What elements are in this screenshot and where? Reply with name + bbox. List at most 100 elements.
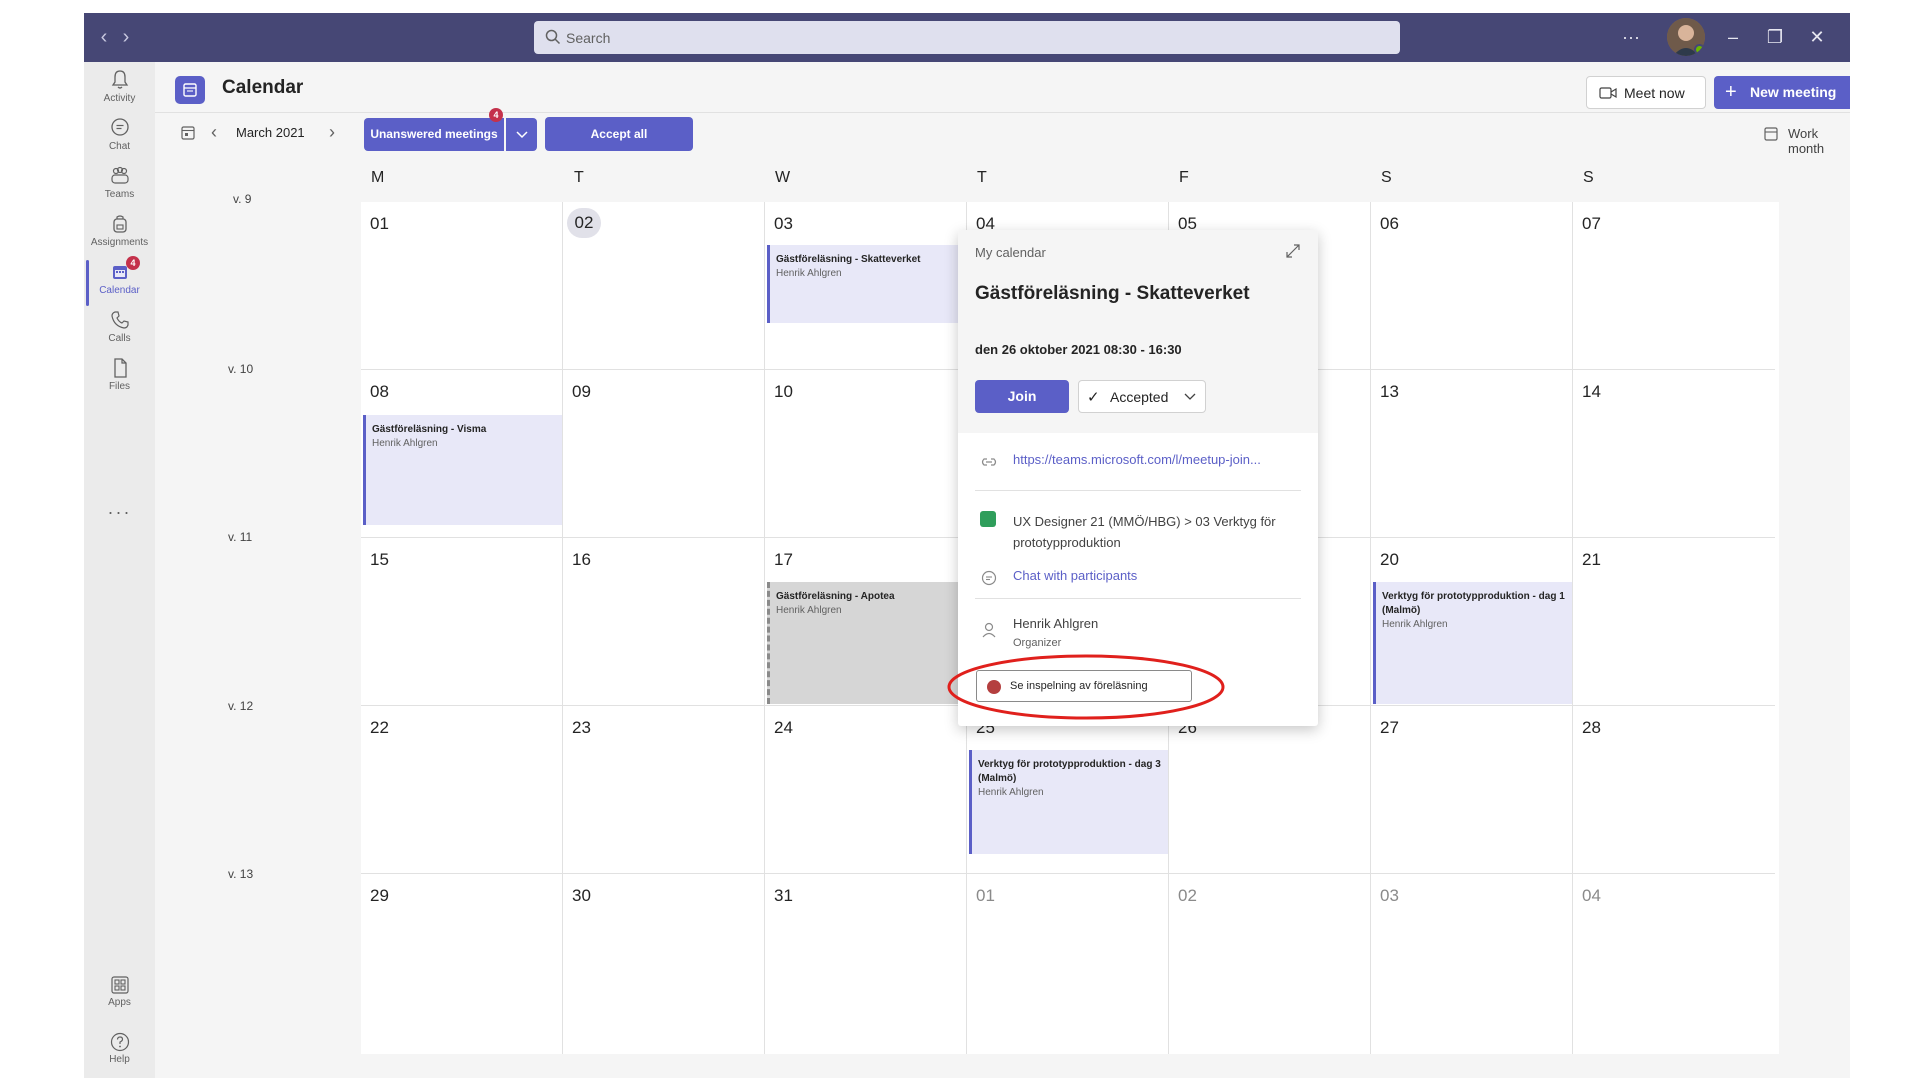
day-cell[interactable]: 29 <box>361 874 563 1054</box>
search-input[interactable] <box>566 25 1366 50</box>
day-cell[interactable]: 26 <box>1169 706 1371 874</box>
rail-label: Teams <box>104 189 135 200</box>
month-label[interactable]: March 2021 <box>236 125 305 140</box>
day-cell[interactable]: 13 <box>1371 370 1573 538</box>
calendar-event[interactable]: Gästföreläsning - Skatteverket Henrik Ah… <box>767 245 966 323</box>
day-cell[interactable]: 09 <box>563 370 765 538</box>
day-cell[interactable]: 07 <box>1573 202 1775 370</box>
expand-icon[interactable] <box>1284 242 1302 260</box>
event-organizer: Henrik Ahlgren <box>372 438 438 449</box>
day-cell[interactable]: 17 Gästföreläsning - Apotea Henrik Ahlgr… <box>765 538 967 706</box>
day-cell[interactable]: 20 Verktyg för prototypproduktion - dag … <box>1371 538 1573 706</box>
meet-now-button[interactable]: Meet now <box>1586 76 1706 109</box>
day-of-week-header: M <box>371 169 385 186</box>
event-title: Gästföreläsning - Visma <box>372 424 487 435</box>
avatar[interactable] <box>1667 18 1705 56</box>
backpack-icon <box>112 215 127 233</box>
day-of-week-header: S <box>1381 169 1392 186</box>
calendar-event[interactable]: Verktyg för prototypproduktion - dag 3 (… <box>969 750 1168 854</box>
minimize-icon[interactable]: – <box>1721 25 1745 49</box>
chat-icon <box>981 570 997 586</box>
day-cell[interactable]: 27 <box>1371 706 1573 874</box>
organizer-name[interactable]: Henrik Ahlgren <box>1013 616 1098 631</box>
day-cell[interactable]: 16 <box>563 538 765 706</box>
accept-all-button[interactable]: Accept all <box>545 117 693 151</box>
view-switcher[interactable]: Work month <box>1788 126 1850 156</box>
day-cell[interactable]: 01 <box>361 202 563 370</box>
date-number: 17 <box>774 550 793 569</box>
calendar-event[interactable]: Gästföreläsning - Visma Henrik Ahlgren <box>363 415 562 525</box>
rail-label: Apps <box>108 997 131 1008</box>
back-icon[interactable]: ‹ <box>94 25 114 49</box>
forward-icon[interactable]: › <box>116 25 136 49</box>
day-cell[interactable]: 02 <box>1169 874 1371 1054</box>
rsvp-dropdown[interactable]: ✓ Accepted <box>1078 380 1206 413</box>
day-of-week-header: T <box>977 169 987 186</box>
day-cell[interactable]: 22 <box>361 706 563 874</box>
day-cell[interactable]: 21 <box>1573 538 1775 706</box>
day-cell[interactable]: 03 <box>1371 874 1573 1054</box>
day-cell[interactable]: 04 <box>1573 874 1775 1054</box>
popup-time: den 26 oktober 2021 08:30 - 16:30 <box>975 342 1182 357</box>
channel-path[interactable]: UX Designer 21 (MMÖ/HBG) > 03 Verktyg fö… <box>1013 511 1303 553</box>
calendar-event[interactable]: Verktyg för prototypproduktion - dag 1 (… <box>1373 582 1572 704</box>
day-cell[interactable]: 02 <box>563 202 765 370</box>
day-cell[interactable]: 03 Gästföreläsning - Skatteverket Henrik… <box>765 202 967 370</box>
week-number: v. 12 <box>228 699 254 713</box>
rail-item-apps[interactable]: Apps <box>84 973 155 1008</box>
unanswered-meetings-button[interactable]: Unanswered meetings <box>364 118 504 151</box>
new-meeting-button[interactable]: + New meeting <box>1714 76 1850 109</box>
day-cell[interactable]: 25 Verktyg för prototypproduktion - dag … <box>967 706 1169 874</box>
day-cell[interactable]: 28 <box>1573 706 1775 874</box>
rail-label: Activity <box>103 93 136 104</box>
day-cell[interactable]: 31 <box>765 874 967 1054</box>
rail-item-files[interactable]: Files <box>84 350 155 406</box>
day-of-week-header: T <box>574 169 584 186</box>
day-cell[interactable]: 06 <box>1371 202 1573 370</box>
chat-with-participants-link[interactable]: Chat with participants <box>1013 568 1137 583</box>
next-month-icon[interactable]: › <box>329 122 335 142</box>
day-cell[interactable]: 23 <box>563 706 765 874</box>
date-number: 13 <box>1380 382 1399 401</box>
date-number: 31 <box>774 886 793 905</box>
day-cell[interactable]: 10 <box>765 370 967 538</box>
date-number: 15 <box>370 550 389 569</box>
day-of-week-header: F <box>1179 169 1189 186</box>
restore-icon[interactable]: ❐ <box>1763 25 1787 49</box>
day-cell[interactable]: 08 Gästföreläsning - Visma Henrik Ahlgre… <box>361 370 563 538</box>
week-number: v. 11 <box>228 530 253 544</box>
date-number: 02 <box>1178 886 1197 905</box>
day-cell[interactable]: 14 <box>1573 370 1775 538</box>
more-options-icon[interactable]: ··· <box>1619 25 1643 49</box>
date-number: 28 <box>1582 718 1601 737</box>
previous-month-icon[interactable]: ‹ <box>211 122 217 142</box>
date-number: 14 <box>1582 382 1601 401</box>
day-cell[interactable]: 01 <box>967 874 1169 1054</box>
day-cell[interactable]: 30 <box>563 874 765 1054</box>
divider <box>975 598 1301 599</box>
person-icon <box>982 622 996 638</box>
day-cell[interactable]: 24 <box>765 706 967 874</box>
today-icon[interactable] <box>180 125 196 141</box>
rail-item-help[interactable]: Help <box>84 1030 155 1065</box>
teams-window: ‹ › ··· – ❐ ✕ Activity Chat Teams A <box>84 13 1850 1078</box>
date-number: 04 <box>1582 886 1601 905</box>
video-camera-icon <box>1599 87 1617 99</box>
view-recording-button[interactable]: Se inspelning av föreläsning <box>976 670 1192 702</box>
close-icon[interactable]: ✕ <box>1805 25 1829 49</box>
chat-icon <box>110 118 129 136</box>
plus-icon: + <box>1725 81 1737 103</box>
join-button[interactable]: Join <box>975 380 1069 413</box>
day-cell[interactable]: 15 <box>361 538 563 706</box>
unanswered-dropdown[interactable] <box>506 118 537 151</box>
channel-icon <box>980 511 996 527</box>
chevron-down-icon <box>515 131 528 139</box>
link-icon <box>981 458 997 466</box>
app-bar: Activity Chat Teams Assignments Calendar… <box>84 62 155 1078</box>
more-apps-icon[interactable]: ··· <box>84 502 155 523</box>
rail-label: Help <box>109 1054 130 1065</box>
calendar-event[interactable]: Gästföreläsning - Apotea Henrik Ahlgren <box>767 582 966 704</box>
meeting-link[interactable]: https://teams.microsoft.com/l/meetup-joi… <box>1013 452 1261 467</box>
day-of-week-header: S <box>1583 169 1594 186</box>
search-box[interactable] <box>534 21 1400 54</box>
